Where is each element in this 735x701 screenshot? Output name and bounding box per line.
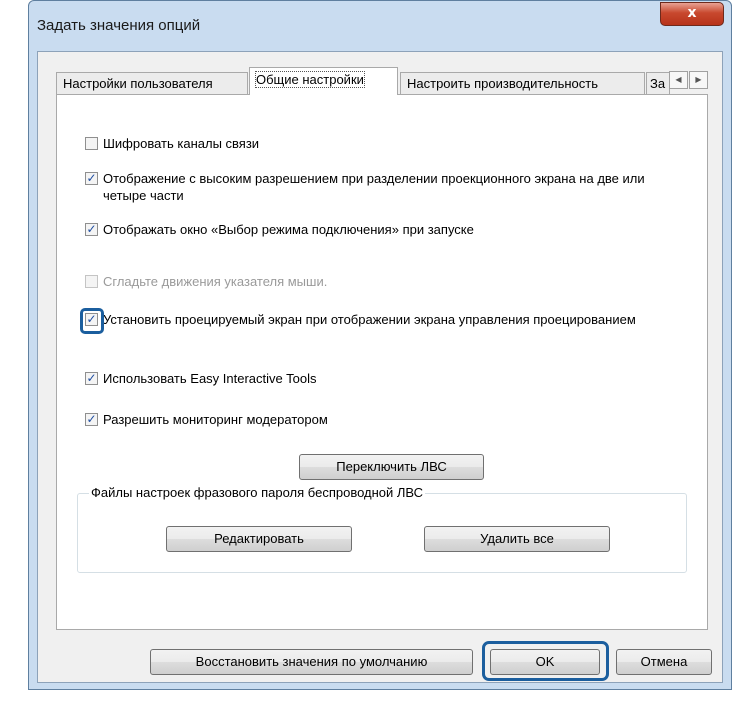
title-bar[interactable]: Задать значения опций x [29, 1, 731, 51]
option-label: Отображение с высоким разрешением при ра… [103, 171, 645, 203]
tab-scroll-arrows: ◀ ▶ [668, 71, 708, 89]
checkbox-high-res-split[interactable]: ✓ [85, 172, 98, 185]
wireless-group-title: Файлы настроек фразового пароля беспрово… [89, 485, 426, 500]
tab-label: За [650, 76, 666, 91]
dialog-client-area: Настройки пользователя Общие настройки Н… [37, 51, 723, 683]
ok-button[interactable]: OK [490, 649, 600, 675]
checkbox-set-projected-screen[interactable]: ✓ [80, 308, 104, 334]
tab-strip: Настройки пользователя Общие настройки Н… [56, 67, 708, 95]
checkbox-easy-interactive-tools[interactable]: ✓ [85, 372, 98, 385]
checkbox-smooth-mouse [85, 275, 98, 288]
check-icon: ✓ [86, 171, 97, 185]
option-show-connection-mode[interactable]: ✓ Отображать окно «Выбор режима подключе… [85, 221, 683, 238]
delete-all-button[interactable]: Удалить все [424, 526, 610, 552]
tab-general-settings[interactable]: Общие настройки [249, 67, 398, 95]
check-icon: ✓ [86, 412, 97, 426]
checkbox-show-connection-mode[interactable]: ✓ [85, 223, 98, 236]
chevron-right-icon: ▶ [695, 75, 702, 84]
option-label: Разрешить мониторинг модератором [103, 412, 328, 427]
switch-lan-button[interactable]: Переключить ЛВС [299, 454, 484, 480]
tab-label: Настроить производительность [407, 76, 599, 91]
option-label: Шифровать каналы связи [103, 136, 260, 151]
tab-label: Общие настройки [255, 71, 365, 88]
focus-highlight [80, 308, 104, 334]
check-icon: ✓ [86, 222, 97, 236]
options-dialog: Задать значения опций x Настройки пользо… [28, 0, 732, 690]
cancel-button[interactable]: Отмена [616, 649, 712, 675]
tab-scroll-right-button[interactable]: ▶ [689, 71, 708, 89]
close-button[interactable]: x [660, 2, 724, 26]
option-label: Отображать окно «Выбор режима подключени… [103, 222, 474, 237]
restore-defaults-button[interactable]: Восстановить значения по умолчанию [150, 649, 473, 675]
general-settings-panel: Шифровать каналы связи ✓ Отображение с в… [56, 94, 708, 630]
check-icon: ✓ [86, 371, 97, 385]
close-icon: x [687, 5, 697, 21]
dialog-title: Задать значения опций [37, 17, 201, 34]
option-label: Использовать Easy Interactive Tools [103, 371, 317, 386]
checkbox-moderator-monitoring[interactable]: ✓ [85, 413, 98, 426]
option-easy-interactive-tools[interactable]: ✓ Использовать Easy Interactive Tools [85, 370, 683, 387]
option-set-projected-screen[interactable]: ✓ Установить проецируемый экран при отоб… [80, 308, 683, 334]
tab-scroll-left-button[interactable]: ◀ [669, 71, 688, 89]
option-high-res-split[interactable]: ✓ Отображение с высоким разрешением при … [85, 170, 683, 204]
checkbox-encrypt-channels[interactable] [85, 137, 98, 150]
tab-label: Настройки пользователя [63, 76, 213, 91]
chevron-left-icon: ◀ [675, 75, 682, 84]
tab-user-settings[interactable]: Настройки пользователя [56, 72, 248, 94]
tab-performance[interactable]: Настроить производительность [400, 72, 645, 94]
edit-button[interactable]: Редактировать [166, 526, 352, 552]
option-label: Сгладьте движения указателя мыши. [103, 274, 328, 289]
tab-more[interactable]: За [646, 72, 670, 94]
option-label: Установить проецируемый экран при отобра… [103, 312, 636, 327]
option-encrypt-channels[interactable]: Шифровать каналы связи [85, 135, 683, 152]
option-smooth-mouse: Сгладьте движения указателя мыши. [85, 273, 683, 290]
option-moderator-monitoring[interactable]: ✓ Разрешить мониторинг модератором [85, 411, 683, 428]
